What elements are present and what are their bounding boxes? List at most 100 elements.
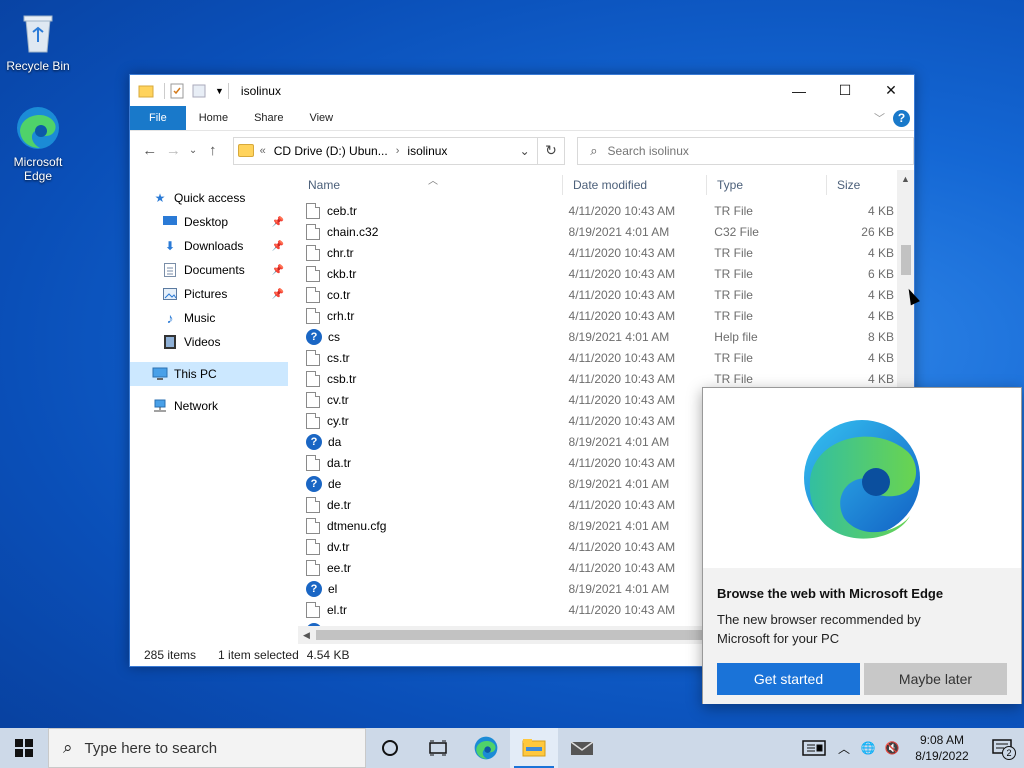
file-name: dtmenu.cfg <box>327 518 387 533</box>
up-arrow-icon[interactable]: ↑ <box>201 139 225 163</box>
table-row[interactable]: ckb.tr 4/11/2020 10:43 AM TR File 6 KB <box>298 263 896 284</box>
column-header-size[interactable]: Size <box>827 175 897 195</box>
forward-arrow-icon[interactable]: → <box>162 139 186 163</box>
cell-size: 4 KB <box>867 308 894 323</box>
cell-name: ? cs <box>298 328 563 345</box>
edge-taskbar-button[interactable] <box>462 728 510 768</box>
sidebar-item-music[interactable]: ♪ Music <box>130 306 288 330</box>
file-icon <box>306 391 320 408</box>
tab-file[interactable]: File <box>130 106 186 130</box>
address-bar[interactable]: « CD Drive (D:) Ubun... › isolinux ⌄ <box>232 136 538 165</box>
file-name: crh.tr <box>327 308 355 323</box>
sidebar-item-desktop[interactable]: Desktop 📌 <box>130 210 288 234</box>
sidebar-item-pictures[interactable]: Pictures 📌 <box>130 282 288 306</box>
mail-taskbar-button[interactable] <box>558 728 606 768</box>
refresh-icon[interactable]: ↻ <box>537 136 566 165</box>
recycle-bin-desktop-icon[interactable]: Recycle Bin <box>0 8 76 73</box>
minimize-button[interactable]: — <box>776 75 822 106</box>
tab-share[interactable]: Share <box>241 106 296 130</box>
vertical-scroll-thumb[interactable] <box>901 245 911 275</box>
sidebar-item-quick-access[interactable]: ★ Quick access <box>130 186 288 210</box>
tab-home[interactable]: Home <box>186 106 241 130</box>
ribbon-tabs: File Home Share View ﹀ ? <box>130 106 914 130</box>
clock-time: 9:08 AM <box>919 733 965 747</box>
edge-desktop-icon[interactable]: Microsoft Edge <box>0 104 76 183</box>
tab-view[interactable]: View <box>296 106 346 130</box>
table-row[interactable]: crh.tr 4/11/2020 10:43 AM TR File 4 KB <box>298 305 896 326</box>
column-header-type[interactable]: Type <box>707 175 827 195</box>
pin-icon: 📌 <box>271 216 284 228</box>
cell-name: ceb.tr <box>298 202 563 219</box>
cell-type: TR File <box>714 308 753 323</box>
start-button[interactable] <box>0 728 48 768</box>
maybe-later-button[interactable]: Maybe later <box>864 663 1007 695</box>
cortana-button[interactable] <box>366 728 414 768</box>
new-folder-icon[interactable] <box>191 83 207 99</box>
scroll-up-icon[interactable]: ▲ <box>897 170 914 187</box>
task-view-button[interactable] <box>414 728 462 768</box>
pictures-icon <box>162 286 178 302</box>
file-name: ckb.tr <box>327 266 357 281</box>
breadcrumb-cd-drive[interactable]: CD Drive (D:) Ubun... <box>274 144 388 158</box>
get-started-button[interactable]: Get started <box>717 663 860 695</box>
recent-locations-chevron-icon[interactable]: ⌄ <box>185 139 201 163</box>
search-box[interactable]: ⌕ <box>577 136 914 165</box>
close-button[interactable]: ✕ <box>868 75 914 106</box>
maximize-button[interactable]: ☐ <box>822 75 868 106</box>
breadcrumb-isolinux[interactable]: isolinux <box>407 144 447 158</box>
cell-date-modified: 8/19/2021 4:01 AM <box>568 329 670 344</box>
back-arrow-icon[interactable]: ← <box>138 139 162 163</box>
network-globe-icon[interactable]: 🌐 <box>856 728 880 768</box>
file-name: chr.tr <box>327 245 354 260</box>
sidebar-item-label: Quick access <box>174 191 246 205</box>
file-icon <box>306 412 320 429</box>
breadcrumb-separator-icon[interactable]: › <box>396 145 400 157</box>
file-explorer-taskbar-button[interactable] <box>510 728 558 768</box>
file-name: cs <box>328 329 340 344</box>
file-name: cv.tr <box>327 392 349 407</box>
overflow-chevron-icon[interactable]: « <box>260 145 266 157</box>
scroll-left-icon[interactable]: ◀ <box>298 626 315 644</box>
cell-date-modified: 4/11/2020 10:43 AM <box>568 455 676 470</box>
table-row[interactable]: ? cs 8/19/2021 4:01 AM Help file 8 KB <box>298 326 896 347</box>
network-icon <box>152 398 168 414</box>
search-input[interactable] <box>607 143 888 158</box>
column-headers: ︿ Name Date modified Type Size <box>298 170 914 200</box>
column-header-date-modified[interactable]: Date modified <box>563 175 707 195</box>
sidebar-item-videos[interactable]: Videos <box>130 330 288 354</box>
table-row[interactable]: cs.tr 4/11/2020 10:43 AM TR File 4 KB <box>298 347 896 368</box>
selection-size: 4.54 KB <box>306 648 350 662</box>
cell-date-modified: 4/11/2020 10:43 AM <box>568 308 676 323</box>
table-row[interactable]: chain.c32 8/19/2021 4:01 AM C32 File 26 KB <box>298 221 896 242</box>
sidebar-item-network[interactable]: Network <box>130 394 288 418</box>
clock[interactable]: 9:08 AM 8/19/2022 <box>904 732 980 764</box>
popup-description: The new browser recommended by Microsoft… <box>717 612 921 646</box>
title-bar[interactable]: ▼ isolinux — ☐ ✕ <box>130 75 914 106</box>
show-hidden-icons-chevron-icon[interactable]: ︿ <box>832 728 856 768</box>
table-row[interactable]: co.tr 4/11/2020 10:43 AM TR File 4 KB <box>298 284 896 305</box>
table-row[interactable]: chr.tr 4/11/2020 10:43 AM TR File 4 KB <box>298 242 896 263</box>
file-name: da.tr <box>327 455 352 470</box>
cell-name: cy.tr <box>298 412 563 429</box>
table-row[interactable]: csb.tr 4/11/2020 10:43 AM TR File 4 KB <box>298 368 896 389</box>
taskbar: ⌕ Type here to search ︿ 🌐 🔇 9:08 AM 8/19… <box>0 728 1024 768</box>
address-dropdown-icon[interactable]: ⌄ <box>513 144 537 158</box>
cell-date-modified: 8/19/2021 4:01 AM <box>568 476 670 491</box>
news-icon[interactable] <box>796 728 832 768</box>
taskbar-search-box[interactable]: ⌕ Type here to search <box>48 728 366 768</box>
customize-toolbar-icon[interactable]: ▼ <box>215 86 224 96</box>
file-icon <box>306 286 320 303</box>
sidebar-item-documents[interactable]: Documents 📌 <box>130 258 288 282</box>
video-icon <box>162 334 178 350</box>
file-icon <box>306 538 320 555</box>
horizontal-scroll-thumb[interactable] <box>316 630 736 640</box>
help-icon[interactable]: ? <box>893 109 910 127</box>
action-center-button[interactable]: 2 <box>980 728 1024 768</box>
table-row[interactable]: ceb.tr 4/11/2020 10:43 AM TR File 4 KB <box>298 200 896 221</box>
sidebar-item-this-pc[interactable]: This PC <box>130 362 288 386</box>
divider <box>164 82 165 99</box>
properties-icon[interactable] <box>169 83 185 99</box>
volume-muted-icon[interactable]: 🔇 <box>880 728 904 768</box>
expand-ribbon-icon[interactable]: ﹀ <box>874 110 885 126</box>
sidebar-item-downloads[interactable]: ⬇ Downloads 📌 <box>130 234 288 258</box>
